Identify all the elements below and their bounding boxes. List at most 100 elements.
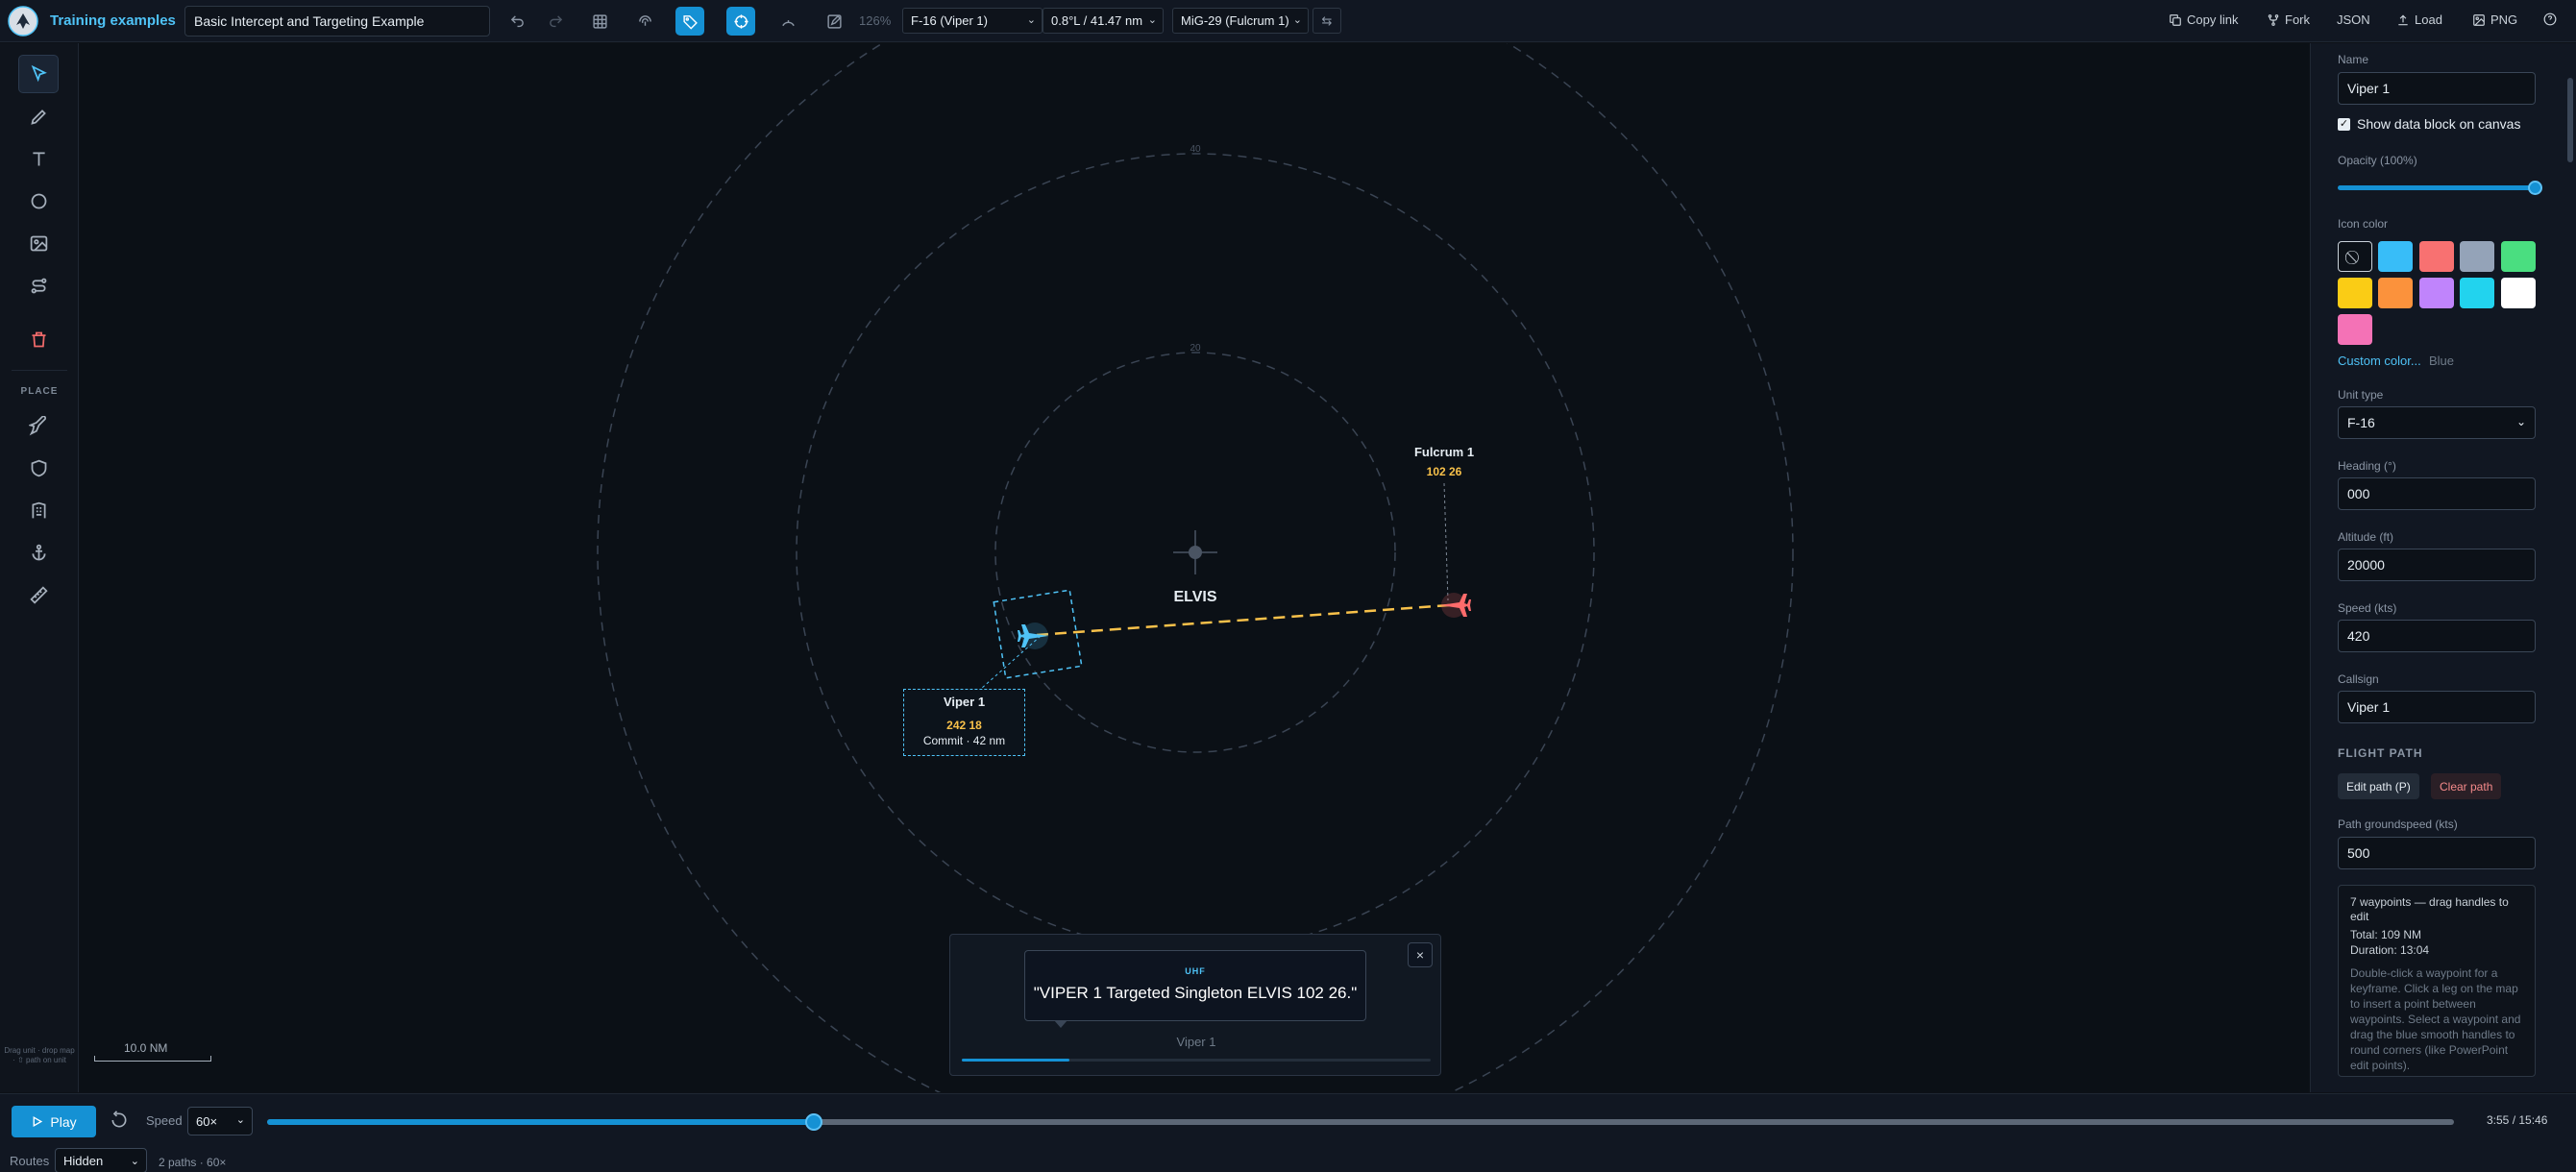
name-input[interactable]: Viper 1 <box>2338 72 2536 105</box>
grid-icon[interactable] <box>585 7 614 36</box>
place-ship-button[interactable] <box>18 533 59 572</box>
load-button[interactable]: Load <box>2396 12 2442 27</box>
callsign-input[interactable]: Viper 1 <box>2338 691 2536 723</box>
show-data-block-checkbox[interactable]: ✓ Show data block on canvas <box>2338 116 2520 132</box>
speed-input[interactable]: 420 <box>2338 620 2536 652</box>
altitude-input[interactable]: 20000 <box>2338 549 2536 581</box>
color-swatch[interactable] <box>2338 278 2372 308</box>
color-swatch[interactable] <box>2460 278 2494 308</box>
reset-button[interactable] <box>110 1111 131 1132</box>
color-swatch[interactable] <box>2419 278 2454 308</box>
color-swatch[interactable] <box>2338 314 2372 345</box>
place-ruler-button[interactable] <box>18 575 59 614</box>
tag-icon[interactable] <box>675 7 704 36</box>
color-swatch[interactable] <box>2378 278 2413 308</box>
hostile-data-block[interactable]: Fulcrum 1 102 26 <box>1386 445 1502 478</box>
undo-icon[interactable] <box>503 7 531 36</box>
delete-button[interactable] <box>18 320 59 358</box>
tactical-map[interactable]: 40 20 ELVIS Fulcrum 1 102 26 Viper 1 242… <box>80 43 2309 1092</box>
play-label: Play <box>50 1113 77 1130</box>
from-unit-value: F-16 (Viper 1) <box>911 13 988 28</box>
route-tool-button[interactable] <box>18 266 59 305</box>
ring-label-20: 20 <box>1190 343 1201 354</box>
color-swatch[interactable] <box>2378 241 2413 272</box>
toolbar-divider <box>12 370 67 371</box>
timeline-progress <box>267 1119 814 1125</box>
app-title-link[interactable]: Training examples <box>50 12 176 29</box>
icon-color-label: Icon color <box>2338 217 2389 231</box>
play-button[interactable]: Play <box>12 1106 96 1137</box>
chevron-down-icon: ⌄ <box>1026 14 1036 26</box>
unit-type-select[interactable]: F-16 ⌄ <box>2338 406 2536 439</box>
routes-select[interactable]: Hidden ⌄ <box>55 1148 147 1172</box>
timeline-scrubber[interactable] <box>267 1113 2454 1131</box>
edit-icon[interactable] <box>820 7 848 36</box>
place-aircraft-button[interactable] <box>18 406 59 445</box>
image-tool-button[interactable] <box>18 224 59 262</box>
opacity-slider-thumb[interactable] <box>2528 181 2542 195</box>
copy-link-button[interactable]: Copy link <box>2169 12 2238 27</box>
load-label: Load <box>2415 12 2442 27</box>
redo-icon[interactable] <box>541 7 570 36</box>
speed-select[interactable]: 60× ⌄ <box>187 1107 253 1135</box>
select-tool-button[interactable] <box>18 55 59 93</box>
draw-tool-button[interactable] <box>18 97 59 135</box>
properties-panel: Name Viper 1 ✓ Show data block on canvas… <box>2310 43 2576 1092</box>
anchor-icon <box>32 544 45 560</box>
color-swatch[interactable] <box>2419 241 2454 272</box>
plane-icon <box>28 415 46 435</box>
clear-path-button[interactable]: Clear path <box>2431 773 2502 799</box>
custom-color-link[interactable]: Custom color... <box>2338 354 2421 368</box>
range-readout-value: 0.8°L / 41.47 nm <box>1051 13 1143 28</box>
zoom-level: 126% <box>859 13 892 28</box>
friendly-data-block[interactable]: Viper 1 242 18 Commit · 42 nm <box>903 689 1025 756</box>
playback-bar: Play Speed 60× ⌄ 3:55 / 15:46 Routes Hid… <box>0 1093 2576 1172</box>
opacity-label: Opacity (100%) <box>2338 154 2417 167</box>
help-button[interactable] <box>2543 12 2557 26</box>
copy-link-label: Copy link <box>2187 12 2239 27</box>
opacity-slider[interactable] <box>2338 181 2542 195</box>
help-icon <box>2543 12 2557 26</box>
close-radio-button[interactable]: × <box>1408 942 1433 967</box>
json-button[interactable]: JSON <box>2337 12 2370 27</box>
edit-path-button[interactable]: Edit path (P) <box>2338 773 2419 799</box>
timeline-thumb[interactable] <box>805 1113 822 1131</box>
arc-icon[interactable] <box>773 7 802 36</box>
color-swatch[interactable] <box>2501 278 2536 308</box>
panel-scrollbar[interactable] <box>2566 43 2574 1092</box>
show-data-block-label: Show data block on canvas <box>2357 116 2521 132</box>
routes-value: Hidden <box>63 1154 104 1168</box>
path-duration: Duration: 13:04 <box>2350 943 2430 957</box>
color-swatch[interactable] <box>2460 241 2494 272</box>
pointer-icon <box>31 64 47 82</box>
radio-message: "VIPER 1 Targeted Singleton ELVIS 102 26… <box>1033 984 1358 1002</box>
fingerprint-icon[interactable] <box>630 7 659 36</box>
heading-input[interactable]: 000 <box>2338 477 2536 510</box>
color-swatch-none[interactable]: ⃠ <box>2338 241 2372 272</box>
crosshair-icon[interactable] <box>726 7 755 36</box>
document-title-input[interactable]: Basic Intercept and Targeting Example <box>184 6 490 37</box>
place-building-button[interactable] <box>18 491 59 529</box>
intercept-line <box>1036 603 1450 637</box>
circle-tool-button[interactable] <box>18 182 59 220</box>
left-toolbar: PLACE Drag unit · drop map · ⇧ path on u… <box>0 43 79 1092</box>
radio-progress-bar <box>962 1059 1431 1062</box>
play-icon <box>33 1115 43 1128</box>
groundspeed-input[interactable]: 500 <box>2338 837 2536 869</box>
fork-button[interactable]: Fork <box>2267 12 2310 27</box>
callsign-label: Callsign <box>2338 672 2379 686</box>
place-sam-button[interactable] <box>18 449 59 487</box>
app-logo[interactable] <box>8 6 38 37</box>
swap-units-button[interactable]: ⇆ <box>1313 8 1341 34</box>
circle-icon <box>31 193 46 208</box>
bullseye-label: ELVIS <box>1173 589 1217 605</box>
range-readout-select[interactable]: 0.8°L / 41.47 nm ⌄ <box>1043 8 1164 34</box>
from-unit-select[interactable]: F-16 (Viper 1) ⌄ <box>902 8 1043 34</box>
text-tool-button[interactable] <box>18 139 59 178</box>
png-export-button[interactable]: PNG <box>2472 12 2517 27</box>
to-unit-select[interactable]: MiG-29 (Fulcrum 1) ⌄ <box>1172 8 1309 34</box>
chevron-down-icon: ⌄ <box>2515 415 2526 428</box>
panel-scrollbar-thumb[interactable] <box>2567 78 2573 162</box>
color-swatch[interactable] <box>2501 241 2536 272</box>
hostile-callsign: Fulcrum 1 <box>1413 445 1475 459</box>
